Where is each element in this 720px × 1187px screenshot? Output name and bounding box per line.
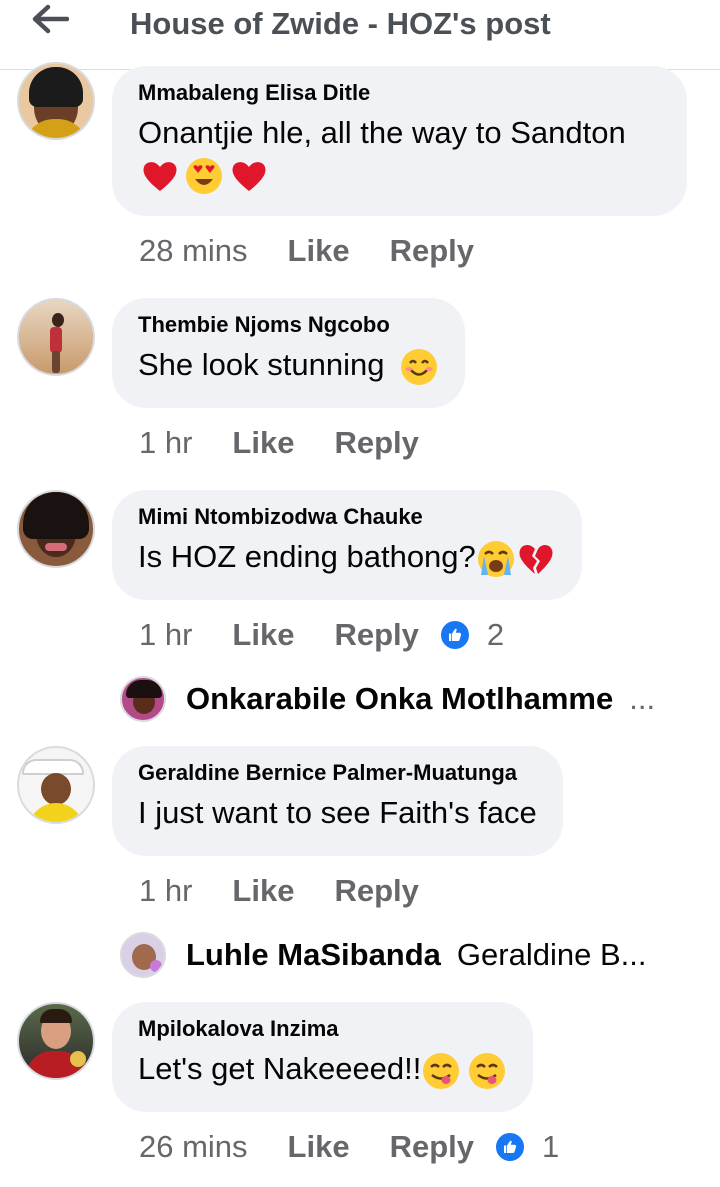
comment-actions: 1 hr Like Reply 2 bbox=[139, 617, 504, 653]
comment-author[interactable]: Thembie Njoms Ngcobo bbox=[138, 312, 439, 338]
face-savoring-food-emoji bbox=[467, 1051, 507, 1091]
reply-preview[interactable]: Onkarabile Onka Motlhamme ... bbox=[120, 676, 655, 722]
thumbs-up-icon bbox=[438, 619, 471, 651]
avatar[interactable] bbox=[17, 298, 95, 376]
red-heart-emoji bbox=[140, 156, 180, 196]
like-button[interactable]: Like bbox=[232, 617, 294, 653]
arrow-left-icon bbox=[32, 4, 69, 34]
comment-time[interactable]: 28 mins bbox=[139, 233, 248, 269]
comment-text: Let's get Nakeeeed!! bbox=[138, 1048, 507, 1091]
comment-text: She look stunning bbox=[138, 344, 439, 387]
comment-actions: 1 hr Like Reply bbox=[139, 425, 419, 461]
comment-text-content: Is HOZ ending bathong? bbox=[138, 539, 476, 574]
like-button[interactable]: Like bbox=[232, 425, 294, 461]
back-button[interactable] bbox=[28, 4, 72, 34]
reactions-summary[interactable]: 1 bbox=[494, 1129, 559, 1165]
thumbs-up-icon bbox=[494, 1131, 526, 1163]
reply-button[interactable]: Reply bbox=[334, 873, 418, 909]
reaction-count: 1 bbox=[542, 1129, 560, 1164]
comment-bubble[interactable]: Mpilokalova Inzima Let's get Nakeeeed!! bbox=[112, 1002, 534, 1112]
reply-author[interactable]: Onkarabile Onka Motlhamme bbox=[186, 681, 613, 717]
comment-author[interactable]: Geraldine Bernice Palmer-Muatunga bbox=[138, 760, 537, 786]
avatar bbox=[120, 932, 166, 978]
reply-button[interactable]: Reply bbox=[390, 233, 474, 269]
avatar[interactable] bbox=[17, 1002, 95, 1080]
comment-actions: 1 hr Like Reply bbox=[139, 873, 419, 909]
comment-bubble[interactable]: Mimi Ntombizodwa Chauke Is HOZ ending ba… bbox=[112, 490, 582, 600]
reply-preview[interactable]: Luhle MaSibanda Geraldine B... bbox=[120, 932, 646, 978]
red-heart-emoji bbox=[229, 156, 269, 196]
comment-text: Is HOZ ending bathong? bbox=[138, 536, 556, 579]
avatar[interactable] bbox=[17, 746, 95, 824]
top-bar: House of Zwide - HOZ's post bbox=[0, 0, 720, 70]
reaction-count: 2 bbox=[486, 617, 505, 652]
reply-snippet: ... bbox=[629, 681, 656, 716]
comment-time[interactable]: 26 mins bbox=[139, 1129, 248, 1165]
broken-heart-emoji bbox=[516, 539, 556, 579]
comment-time[interactable]: 1 hr bbox=[139, 617, 192, 653]
comment-bubble[interactable]: Geraldine Bernice Palmer-Muatunga I just… bbox=[112, 746, 563, 856]
comment-text: Onantjie hle, all the way to Sandton bbox=[138, 115, 626, 150]
reply-button[interactable]: Reply bbox=[390, 1129, 474, 1165]
comment-bubble[interactable]: Thembie Njoms Ngcobo She look stunning bbox=[112, 298, 466, 408]
comment-text-content: Let's get Nakeeeed!! bbox=[138, 1051, 422, 1086]
avatar bbox=[120, 676, 166, 722]
like-button[interactable]: Like bbox=[232, 873, 294, 909]
comment-author[interactable]: Mmabaleng Elisa Ditle bbox=[138, 80, 661, 106]
comment-actions: 28 mins Like Reply bbox=[139, 233, 474, 269]
reply-author[interactable]: Luhle MaSibanda bbox=[186, 937, 441, 973]
comment-time[interactable]: 1 hr bbox=[139, 873, 192, 909]
reply-button[interactable]: Reply bbox=[334, 425, 418, 461]
heart-eyes-emoji bbox=[184, 156, 224, 196]
avatar[interactable] bbox=[17, 490, 95, 568]
comment-emojis bbox=[138, 156, 661, 196]
comment-actions: 26 mins Like Reply 1 bbox=[139, 1129, 559, 1165]
comment-time[interactable]: 1 hr bbox=[139, 425, 192, 461]
comment-author[interactable]: Mimi Ntombizodwa Chauke bbox=[138, 504, 556, 530]
like-button[interactable]: Like bbox=[288, 233, 350, 269]
smiling-face-emoji bbox=[399, 347, 439, 387]
comment-author[interactable]: Mpilokalova Inzima bbox=[138, 1016, 507, 1042]
loudly-crying-emoji bbox=[476, 539, 516, 579]
avatar[interactable] bbox=[17, 62, 95, 140]
comment-text-content: She look stunning bbox=[138, 347, 385, 382]
page-title: House of Zwide - HOZ's post bbox=[130, 6, 551, 41]
like-button[interactable]: Like bbox=[288, 1129, 350, 1165]
comment-text: I just want to see Faith's face bbox=[138, 795, 537, 830]
reply-snippet: Geraldine B... bbox=[456, 937, 647, 972]
face-savoring-food-emoji bbox=[421, 1051, 461, 1091]
reply-button[interactable]: Reply bbox=[334, 617, 418, 653]
reactions-summary[interactable]: 2 bbox=[438, 617, 505, 653]
comment-bubble[interactable]: Mmabaleng Elisa Ditle Onantjie hle, all … bbox=[112, 66, 687, 216]
